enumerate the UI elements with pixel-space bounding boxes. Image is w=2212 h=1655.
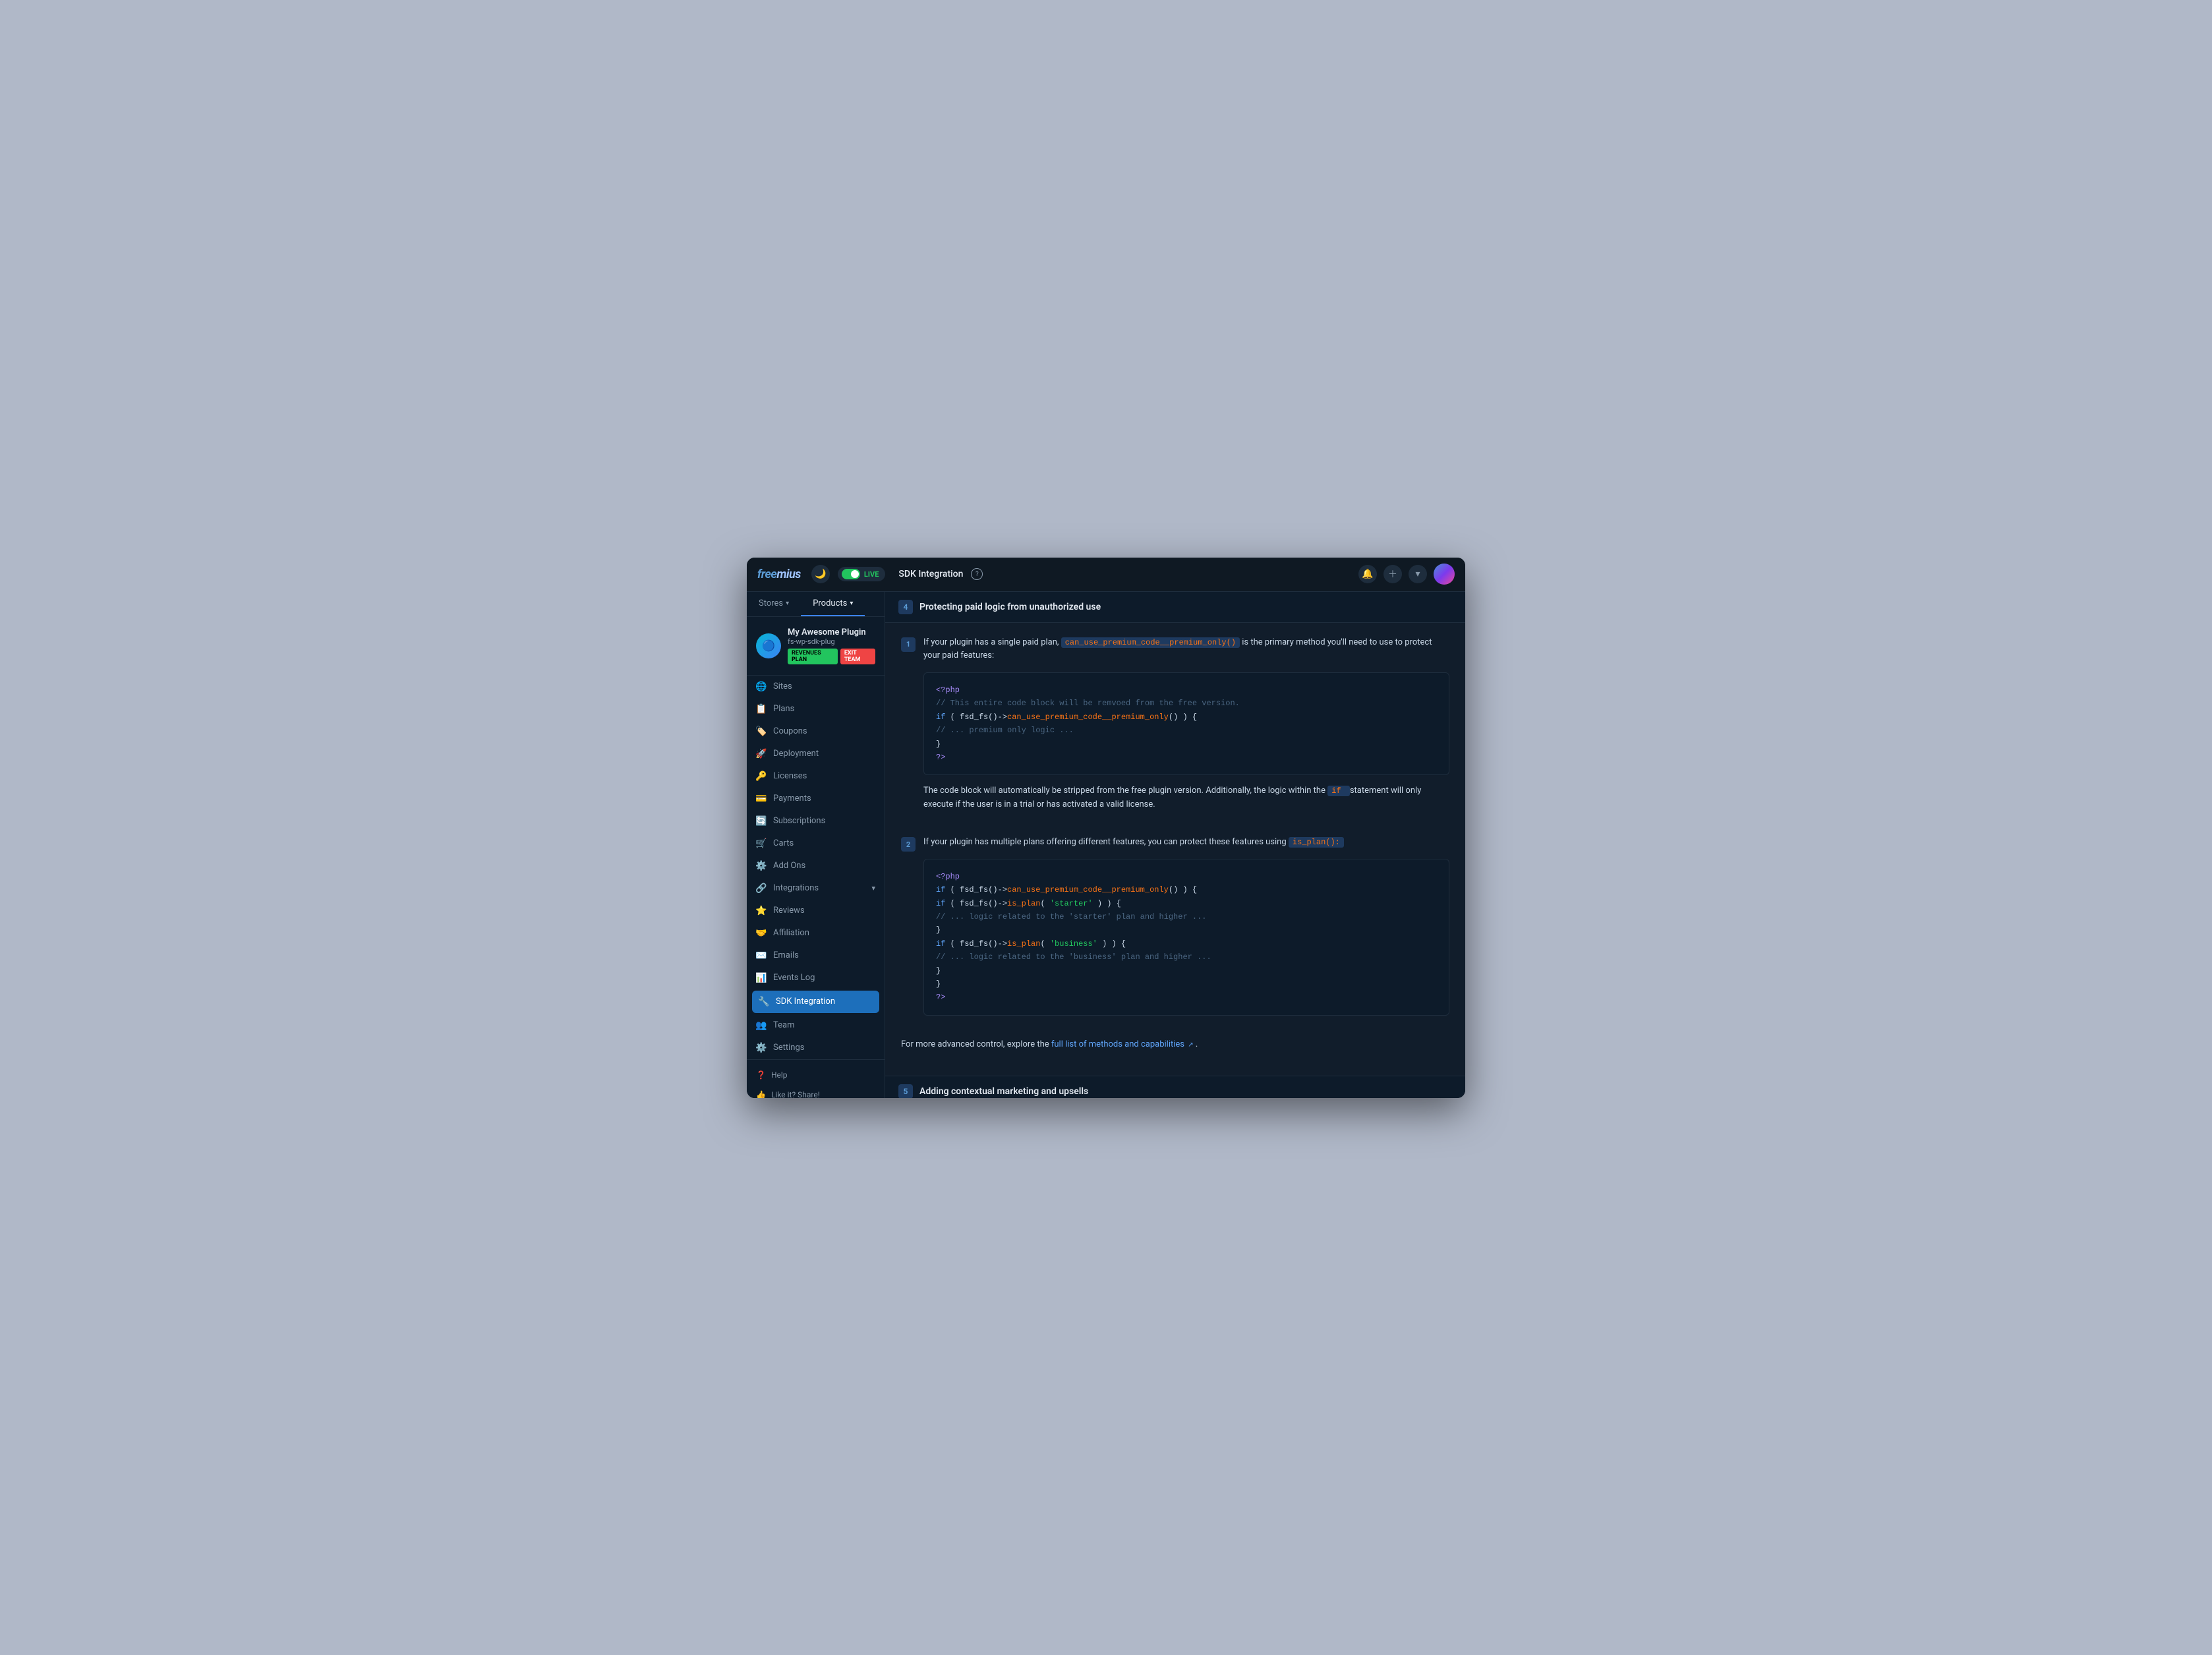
full-list-link[interactable]: full list of methods and capabilities ↗ bbox=[1051, 1039, 1196, 1049]
team-icon: 👥 bbox=[756, 1020, 767, 1031]
events-log-icon: 📊 bbox=[756, 973, 767, 983]
subnav-products[interactable]: Products ▾ bbox=[801, 592, 865, 616]
plugin-slug: fs-wp-sdk-plug bbox=[788, 637, 875, 646]
topbar: freemius 🌙 LIVE SDK Integration ? 🔔 ＋ ▾ bbox=[747, 558, 1465, 592]
products-chevron: ▾ bbox=[850, 600, 853, 607]
reviews-icon: ⭐ bbox=[756, 906, 767, 916]
affiliation-icon: 🤝 bbox=[756, 928, 767, 939]
dropdown-icon[interactable]: ▾ bbox=[1409, 565, 1427, 583]
integrations-chevron: ▾ bbox=[871, 884, 875, 892]
live-toggle[interactable] bbox=[842, 569, 860, 579]
if-code: if bbox=[1327, 786, 1350, 796]
live-label: LIVE bbox=[864, 570, 879, 579]
page-title: SDK Integration bbox=[898, 569, 963, 579]
sdk-integration-icon: 🔧 bbox=[759, 997, 769, 1007]
moon-icon[interactable]: 🌙 bbox=[811, 565, 830, 583]
sidebar-item-addons[interactable]: ⚙️ Add Ons bbox=[747, 855, 885, 877]
step2-code-func: is_plan(): bbox=[1289, 837, 1344, 848]
subnav-stores[interactable]: Stores ▾ bbox=[747, 592, 801, 616]
step1-num: 1 bbox=[901, 637, 916, 652]
sidebar-item-sites[interactable]: 🌐 Sites bbox=[747, 676, 885, 698]
topbar-right: 🔔 ＋ ▾ bbox=[1358, 564, 1455, 585]
section4-title: Protecting paid logic from unauthorized … bbox=[919, 602, 1101, 612]
sidebar-item-settings[interactable]: ⚙️ Settings bbox=[747, 1037, 885, 1059]
badge-exit: EXIT TEAM bbox=[840, 649, 875, 664]
carts-icon: 🛒 bbox=[756, 838, 767, 849]
step1-text: If your plugin has a single paid plan, c… bbox=[923, 636, 1449, 664]
licenses-icon: 🔑 bbox=[756, 771, 767, 782]
sidebar-item-team[interactable]: 👥 Team bbox=[747, 1014, 885, 1037]
subscriptions-icon: 🔄 bbox=[756, 816, 767, 827]
sidebar-item-integrations[interactable]: 🔗 Integrations ▾ bbox=[747, 877, 885, 900]
step2-text: If your plugin has multiple plans offeri… bbox=[923, 836, 1449, 850]
sidebar-item-carts[interactable]: 🛒 Carts bbox=[747, 832, 885, 855]
badge-revenue: REVENUES PLAN bbox=[788, 649, 838, 664]
step1-code-block: <?php // This entire code block will be … bbox=[923, 672, 1449, 775]
sidebar-item-reviews[interactable]: ⭐ Reviews bbox=[747, 900, 885, 922]
sidebar-bottom: ❓ Help 👍 Like it? Share! bbox=[747, 1059, 885, 1098]
subnav: Stores ▾ Products ▾ bbox=[747, 592, 885, 617]
badges: REVENUES PLAN EXIT TEAM bbox=[788, 649, 875, 664]
sidebar-item-plans[interactable]: 📋 Plans bbox=[747, 698, 885, 720]
coupons-icon: 🏷️ bbox=[756, 726, 767, 737]
plugin-avatar: 🔵 bbox=[756, 633, 781, 658]
sidebar-item-affiliation[interactable]: 🤝 Affiliation bbox=[747, 922, 885, 944]
step1-content: If your plugin has a single paid plan, c… bbox=[923, 636, 1449, 823]
logo: freemius bbox=[757, 567, 801, 581]
payments-icon: 💳 bbox=[756, 794, 767, 804]
step2-code-block: <?php if ( fsd_fs()->can_use_premium_cod… bbox=[923, 859, 1449, 1016]
section4-num: 4 bbox=[898, 600, 913, 614]
share-button[interactable]: 👍 Like it? Share! bbox=[747, 1085, 885, 1098]
plugin-details: My Awesome Plugin fs-wp-sdk-plug REVENUE… bbox=[788, 627, 875, 664]
integrations-icon: 🔗 bbox=[756, 883, 767, 894]
help-circle-icon[interactable]: ? bbox=[971, 568, 983, 580]
content-area: 4 Protecting paid logic from unauthorize… bbox=[885, 592, 1465, 1098]
section4-body: 1 If your plugin has a single paid plan,… bbox=[885, 623, 1465, 1076]
plugin-info: 🔵 My Awesome Plugin fs-wp-sdk-plug REVEN… bbox=[747, 617, 885, 676]
add-icon[interactable]: ＋ bbox=[1383, 565, 1402, 583]
footer-paragraph: For more advanced control, explore the f… bbox=[901, 1038, 1449, 1052]
sidebar-item-licenses[interactable]: 🔑 Licenses bbox=[747, 765, 885, 788]
sidebar-item-emails[interactable]: ✉️ Emails bbox=[747, 944, 885, 967]
sidebar-item-payments[interactable]: 💳 Payments bbox=[747, 788, 885, 810]
settings-icon: ⚙️ bbox=[756, 1043, 767, 1053]
section5-title: Adding contextual marketing and upsells bbox=[919, 1086, 1088, 1097]
stores-chevron: ▾ bbox=[786, 600, 789, 607]
step2-block: 2 If your plugin has multiple plans offe… bbox=[901, 836, 1449, 1025]
section5-header: 5 Adding contextual marketing and upsell… bbox=[885, 1076, 1465, 1098]
step2-content: If your plugin has multiple plans offeri… bbox=[923, 836, 1449, 1025]
sites-icon: 🌐 bbox=[756, 682, 767, 692]
sidebar-item-deployment[interactable]: 🚀 Deployment bbox=[747, 743, 885, 765]
section4-header: 4 Protecting paid logic from unauthorize… bbox=[885, 592, 1465, 623]
sidebar-nav: 🌐 Sites 📋 Plans 🏷️ Coupons 🚀 Deployment … bbox=[747, 676, 885, 1059]
help-icon: ❓ bbox=[756, 1070, 766, 1080]
external-link-icon: ↗ bbox=[1188, 1041, 1193, 1049]
sidebar-item-coupons[interactable]: 🏷️ Coupons bbox=[747, 720, 885, 743]
sidebar: Stores ▾ Products ▾ 🔵 My Awesome Plugin … bbox=[747, 592, 885, 1098]
sidebar-item-events-log[interactable]: 📊 Events Log bbox=[747, 967, 885, 989]
step2-num: 2 bbox=[901, 837, 916, 852]
avatar[interactable] bbox=[1434, 564, 1455, 585]
sidebar-item-subscriptions[interactable]: 🔄 Subscriptions bbox=[747, 810, 885, 832]
app-window: freemius 🌙 LIVE SDK Integration ? 🔔 ＋ ▾ … bbox=[747, 558, 1465, 1098]
section5-num: 5 bbox=[898, 1084, 913, 1098]
main-layout: Stores ▾ Products ▾ 🔵 My Awesome Plugin … bbox=[747, 592, 1465, 1098]
addons-icon: ⚙️ bbox=[756, 861, 767, 871]
plugin-name: My Awesome Plugin bbox=[788, 627, 875, 637]
step1-block: 1 If your plugin has a single paid plan,… bbox=[901, 636, 1449, 823]
step1-paragraph: The code block will automatically be str… bbox=[923, 784, 1449, 812]
help-button[interactable]: ❓ Help bbox=[747, 1065, 885, 1085]
plans-icon: 📋 bbox=[756, 704, 767, 714]
notification-icon[interactable]: 🔔 bbox=[1358, 565, 1377, 583]
emails-icon: ✉️ bbox=[756, 950, 767, 961]
share-icon: 👍 bbox=[756, 1090, 766, 1098]
live-badge: LIVE bbox=[838, 567, 886, 581]
step1-code-func: can_use_premium_code__premium_only() bbox=[1061, 637, 1240, 648]
sidebar-item-sdk-integration[interactable]: 🔧 SDK Integration bbox=[752, 991, 879, 1013]
deployment-icon: 🚀 bbox=[756, 749, 767, 759]
